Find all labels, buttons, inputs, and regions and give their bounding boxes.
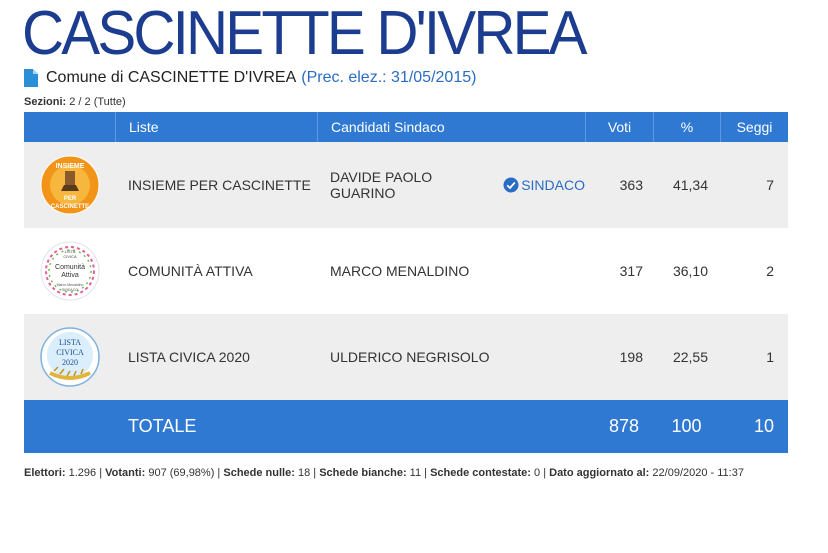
candidate-name: DAVIDE PAOLO GUARINO — [330, 169, 433, 201]
svg-text:Marco Menaldino: Marco Menaldino — [56, 283, 83, 287]
comunita-logo-image: LISTA CIVICA Comunità Attiva Marco Menal… — [40, 241, 99, 301]
sections-value: 2 / 2 (Tutte) — [69, 96, 126, 108]
svg-text:CASCINETTE: CASCINETTE — [50, 204, 88, 210]
list-name: COMUNITÀ ATTIVA — [128, 263, 253, 279]
check-circle-icon — [503, 177, 519, 193]
table-header: Liste Candidati Sindaco Voti % Seggi — [24, 112, 788, 142]
sections-label: Sezioni: — [24, 96, 67, 108]
elected-label: SINDACO — [521, 177, 585, 193]
table-row: INSIEME PER CASCINETTE INSIEME PER CASCI… — [24, 142, 788, 228]
header-seggi: Seggi — [720, 112, 788, 142]
votanti-value: 907 (69,98%) — [148, 467, 215, 479]
elected-badge: SINDACO — [503, 177, 585, 193]
total-label: TOTALE — [128, 416, 197, 436]
sections-info: Sezioni: 2 / 2 (Tutte) — [24, 96, 126, 108]
header-voti: Voti — [585, 112, 653, 142]
svg-text:2020: 2020 — [62, 358, 78, 367]
results-table: Liste Candidati Sindaco Voti % Seggi INS… — [24, 112, 788, 453]
seats-value: 2 — [766, 263, 774, 279]
total-candidate-col — [317, 400, 585, 453]
votes-value: 198 — [619, 349, 643, 365]
percent-value: 41,34 — [672, 177, 708, 193]
page-title: CASCINETTE D'IVREA — [22, 0, 588, 68]
svg-text:SINDACO: SINDACO — [62, 288, 78, 292]
total-row: TOTALE 878 100 10 — [24, 400, 788, 453]
seats-value: 7 — [766, 177, 774, 193]
list-name: LISTA CIVICA 2020 — [128, 349, 250, 365]
nulle-label: Schede nulle: — [223, 467, 295, 479]
votes-value: 317 — [619, 263, 643, 279]
seats-value: 1 — [766, 349, 774, 365]
svg-text:INSIEME: INSIEME — [55, 163, 84, 170]
aggiornato-label: Dato aggiornato al: — [549, 467, 650, 479]
elettori-value: 1.296 — [68, 467, 97, 479]
elettori-label: Elettori: — [24, 467, 66, 479]
bianche-value: 11 — [409, 467, 422, 479]
header-logo-col — [24, 112, 115, 142]
list-name: INSIEME PER CASCINETTE — [128, 177, 311, 193]
svg-text:LISTA: LISTA — [58, 338, 80, 347]
candidate-name: MARCO MENALDINO — [330, 263, 470, 279]
nulle-value: 18 — [297, 467, 311, 479]
summary-footer: Elettori: 1.296 | Votanti: 907 (69,98%) … — [24, 467, 744, 479]
svg-text:CIVICA: CIVICA — [63, 254, 77, 259]
header-candidati: Candidati Sindaco — [317, 112, 585, 142]
bianche-label: Schede bianche: — [319, 467, 407, 479]
lista-civica-logo-image: LISTA CIVICA 2020 — [39, 327, 100, 387]
percent-value: 36,10 — [672, 263, 708, 279]
total-percent: 100 — [671, 416, 702, 436]
svg-text:PER: PER — [63, 196, 76, 202]
document-icon — [24, 69, 38, 87]
total-logo-col — [24, 400, 115, 453]
insieme-per-cascinette-logo: INSIEME PER CASCINETTE — [24, 142, 115, 228]
svg-text:CIVICA: CIVICA — [56, 348, 84, 357]
votanti-label: Votanti: — [105, 467, 146, 479]
contestate-value: 0 — [534, 467, 541, 479]
municipality-name: Comune di CASCINETTE D'IVREA — [46, 69, 297, 86]
total-seats: 10 — [753, 416, 774, 436]
svg-text:Comunità: Comunità — [55, 264, 85, 271]
aggiornato-value: 22/09/2020 - 11:37 — [652, 467, 744, 479]
votes-value: 363 — [619, 177, 643, 193]
table-row: LISTA CIVICA Comunità Attiva Marco Menal… — [24, 228, 788, 314]
insieme-logo-image: INSIEME PER CASCINETTE — [40, 155, 99, 215]
comunita-attiva-logo: LISTA CIVICA Comunità Attiva Marco Menal… — [24, 228, 115, 314]
candidate-cell: DAVIDE PAOLO GUARINO SINDACO — [317, 142, 585, 228]
header-liste: Liste — [115, 112, 317, 142]
municipality-line: Comune di CASCINETTE D'IVREA (Prec. elez… — [24, 68, 476, 88]
svg-text:Attiva: Attiva — [61, 272, 79, 279]
contestate-label: Schede contestate: — [430, 467, 531, 479]
previous-election-link[interactable]: (Prec. elez.: 31/05/2015) — [301, 69, 476, 87]
lista-civica-2020-logo: LISTA CIVICA 2020 — [24, 314, 115, 400]
header-percent: % — [653, 112, 720, 142]
candidate-name: ULDERICO NEGRISOLO — [330, 349, 490, 365]
total-votes: 878 — [608, 416, 639, 436]
table-row: LISTA CIVICA 2020 LISTA CIVICA 2020 ULDE… — [24, 314, 788, 400]
percent-value: 22,55 — [672, 349, 708, 365]
